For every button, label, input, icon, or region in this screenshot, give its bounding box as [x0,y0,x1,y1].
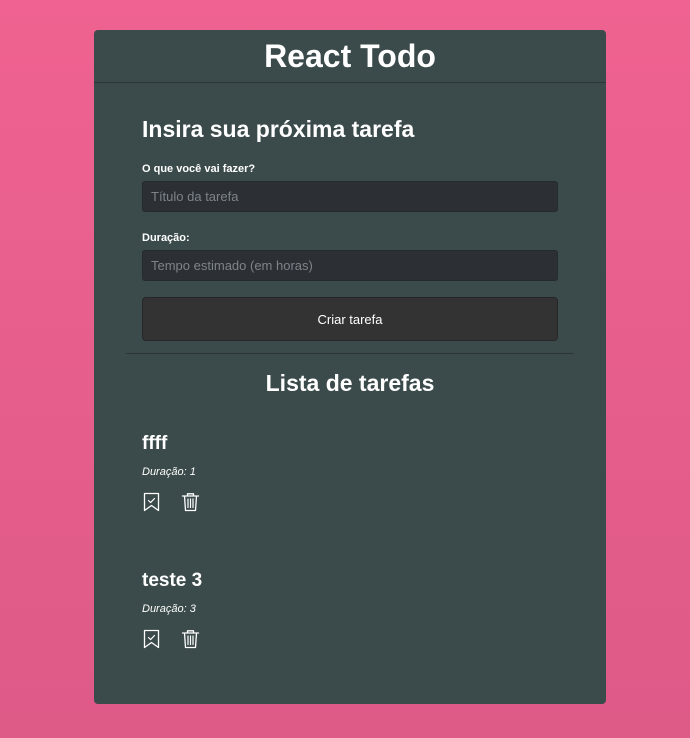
bookmark-check-icon[interactable] [142,492,161,512]
task-title-input[interactable] [142,181,558,212]
task-actions [142,629,558,649]
app-header: React Todo [94,30,606,83]
trash-icon[interactable] [181,492,200,512]
section-divider [126,353,574,354]
new-task-form: Insira sua próxima tarefa O que você vai… [142,118,558,341]
task-title-label: O que você vai fazer? [142,163,256,175]
trash-icon[interactable] [181,629,200,649]
task-actions [142,492,558,512]
app-title: React Todo [264,38,436,74]
task-list-heading: Lista de tarefas [265,370,435,396]
task-title: teste 3 [142,570,203,591]
task-item: ffff Duração: 1 [142,434,558,512]
duration-input[interactable] [142,250,558,281]
task-title: ffff [142,433,168,454]
bookmark-check-icon[interactable] [142,629,161,649]
duration-label: Duração: [142,232,190,244]
task-duration: Duração: 3 [142,603,196,615]
create-task-button[interactable]: Criar tarefa [142,297,558,341]
todo-card: React Todo Insira sua próxima tarefa O q… [94,30,606,704]
task-duration: Duração: 1 [142,466,196,478]
form-heading: Insira sua próxima tarefa [142,116,415,142]
task-item: teste 3 Duração: 3 [142,571,558,649]
